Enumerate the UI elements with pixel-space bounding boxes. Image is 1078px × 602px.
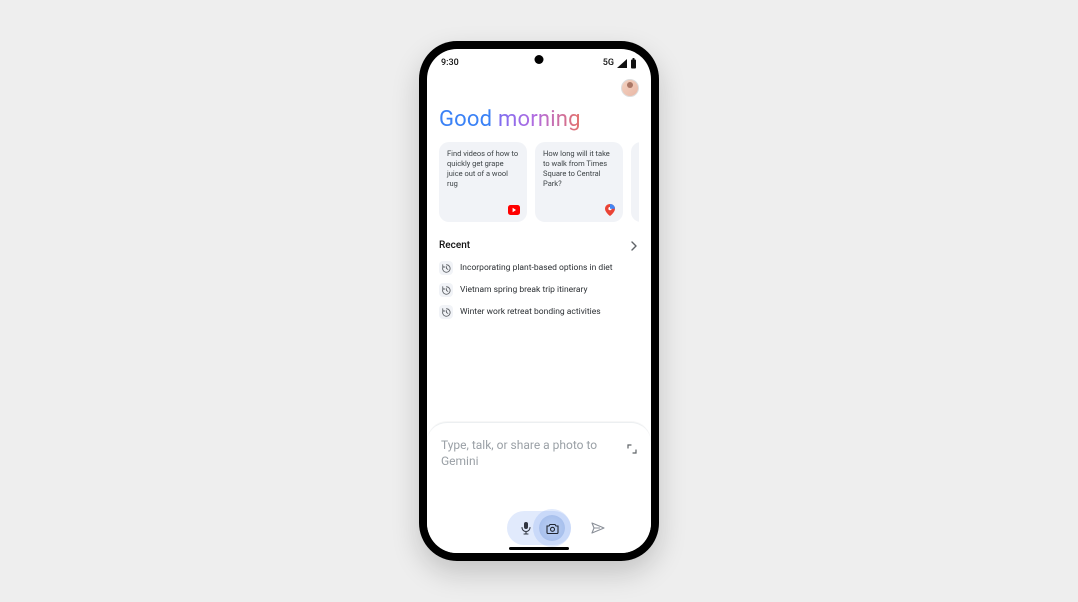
mic-camera-cluster: [507, 511, 571, 545]
history-icon: [439, 261, 453, 275]
suggestion-card[interactable]: Find videos of how to quickly get grape …: [439, 142, 527, 222]
chevron-right-icon: [629, 236, 639, 255]
front-camera: [535, 55, 544, 64]
recent-item-text: Incorporating plant-based options in die…: [460, 263, 613, 273]
status-right: 5G: [603, 58, 637, 69]
home-indicator[interactable]: [509, 547, 569, 550]
composer-placeholder: Type, talk, or share a photo to Gemini: [441, 437, 619, 469]
greeting: Good morning: [439, 105, 639, 142]
send-icon: [591, 522, 605, 534]
status-time: 9:30: [441, 58, 459, 68]
signal-icon: [617, 59, 627, 68]
top-bar: [439, 77, 639, 105]
mic-button[interactable]: [513, 515, 539, 541]
recent-header[interactable]: Recent: [439, 236, 639, 255]
recent-item[interactable]: Incorporating plant-based options in die…: [439, 261, 639, 275]
greeting-word-1: Good: [439, 107, 492, 132]
status-network: 5G: [603, 58, 614, 68]
suggestion-card[interactable]: Act as advise lookin: [631, 142, 639, 222]
suggestion-card[interactable]: How long will it take to walk from Times…: [535, 142, 623, 222]
avatar[interactable]: [621, 79, 639, 97]
history-icon: [439, 283, 453, 297]
phone-frame: 9:30 5G Good morning Find videos of how …: [419, 41, 659, 561]
battery-icon: [630, 58, 637, 69]
suggestion-text: Find videos of how to quickly get grape …: [447, 149, 518, 188]
recent-heading: Recent: [439, 240, 470, 251]
expand-icon[interactable]: [627, 439, 637, 458]
composer-actions: [441, 511, 637, 545]
suggestion-text: How long will it take to walk from Times…: [543, 149, 610, 188]
youtube-icon: [508, 204, 520, 216]
composer-sheet: Type, talk, or share a photo to Gemini: [427, 422, 651, 553]
recent-item-text: Winter work retreat bonding activities: [460, 307, 601, 317]
send-button[interactable]: [585, 515, 611, 541]
history-icon: [439, 305, 453, 319]
recent-item-text: Vietnam spring break trip itinerary: [460, 285, 588, 295]
screen: 9:30 5G Good morning Find videos of how …: [427, 49, 651, 553]
camera-button[interactable]: [539, 515, 565, 541]
greeting-word-2: morning: [498, 107, 581, 132]
camera-icon: [546, 523, 559, 534]
composer-input[interactable]: Type, talk, or share a photo to Gemini: [441, 437, 637, 469]
suggestion-cards: Find videos of how to quickly get grape …: [439, 142, 639, 222]
recent-list: Incorporating plant-based options in die…: [439, 261, 639, 319]
recent-item[interactable]: Vietnam spring break trip itinerary: [439, 283, 639, 297]
maps-pin-icon: [604, 204, 616, 216]
mic-icon: [520, 521, 532, 535]
recent-item[interactable]: Winter work retreat bonding activities: [439, 305, 639, 319]
